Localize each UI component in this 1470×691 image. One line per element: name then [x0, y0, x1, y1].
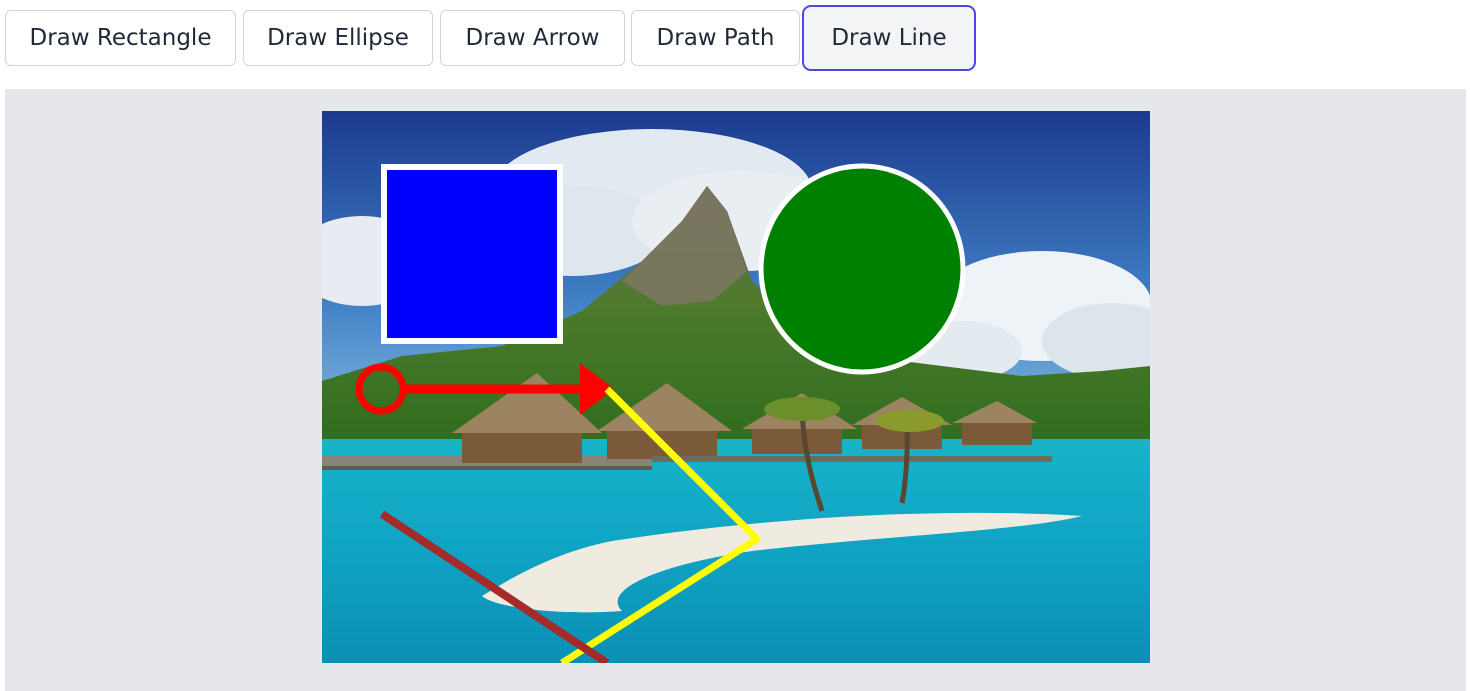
- draw-ellipse-button[interactable]: Draw Ellipse: [243, 10, 433, 66]
- canvas-svg[interactable]: [322, 111, 1150, 663]
- rectangle-annotation[interactable]: [381, 164, 563, 344]
- draw-arrow-button[interactable]: Draw Arrow: [440, 10, 625, 66]
- ellipse-annotation[interactable]: [758, 163, 966, 375]
- drawing-toolbar: Draw Rectangle Draw Ellipse Draw Arrow D…: [0, 0, 1470, 84]
- drawing-canvas[interactable]: [322, 111, 1150, 663]
- draw-path-button[interactable]: Draw Path: [631, 10, 800, 66]
- draw-rectangle-button[interactable]: Draw Rectangle: [5, 10, 236, 66]
- draw-line-button[interactable]: Draw Line: [802, 5, 976, 71]
